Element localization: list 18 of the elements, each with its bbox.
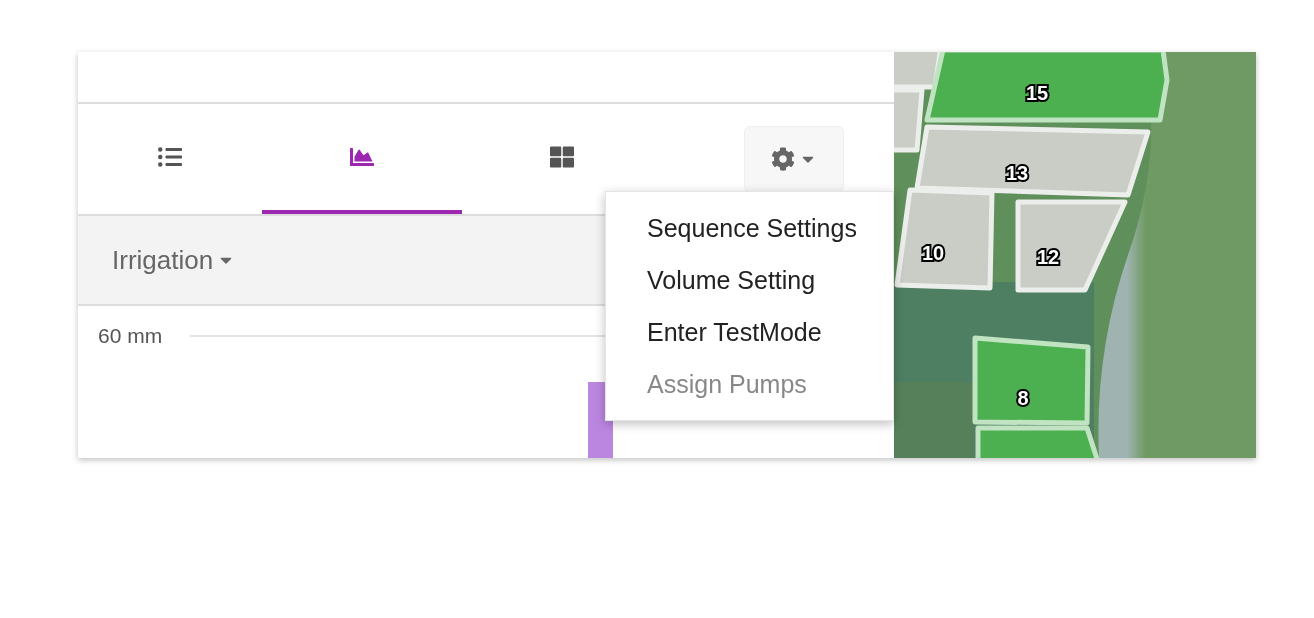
field-label: 10 xyxy=(921,242,945,264)
menu-item[interactable]: Enter TestMode xyxy=(606,306,893,358)
irrigation-dropdown[interactable]: Irrigation xyxy=(112,244,236,276)
list-icon xyxy=(158,145,182,169)
field-zone[interactable] xyxy=(914,124,1151,198)
field-label: 15 xyxy=(1025,82,1049,104)
field-label: 13 xyxy=(1005,162,1029,184)
field-zone[interactable] xyxy=(924,52,1170,123)
field-label: 12 xyxy=(1036,246,1060,268)
menu-item[interactable]: Volume Setting xyxy=(606,254,893,306)
menu-item[interactable]: Sequence Settings xyxy=(606,202,893,254)
field-zone[interactable] xyxy=(894,87,925,153)
field-label: 8 xyxy=(1017,387,1029,409)
settings-icon xyxy=(771,147,795,171)
area-chart-icon xyxy=(350,145,374,169)
grid-icon xyxy=(550,145,574,169)
axis-label: 60 mm xyxy=(98,324,163,348)
settings-button[interactable] xyxy=(744,126,844,192)
